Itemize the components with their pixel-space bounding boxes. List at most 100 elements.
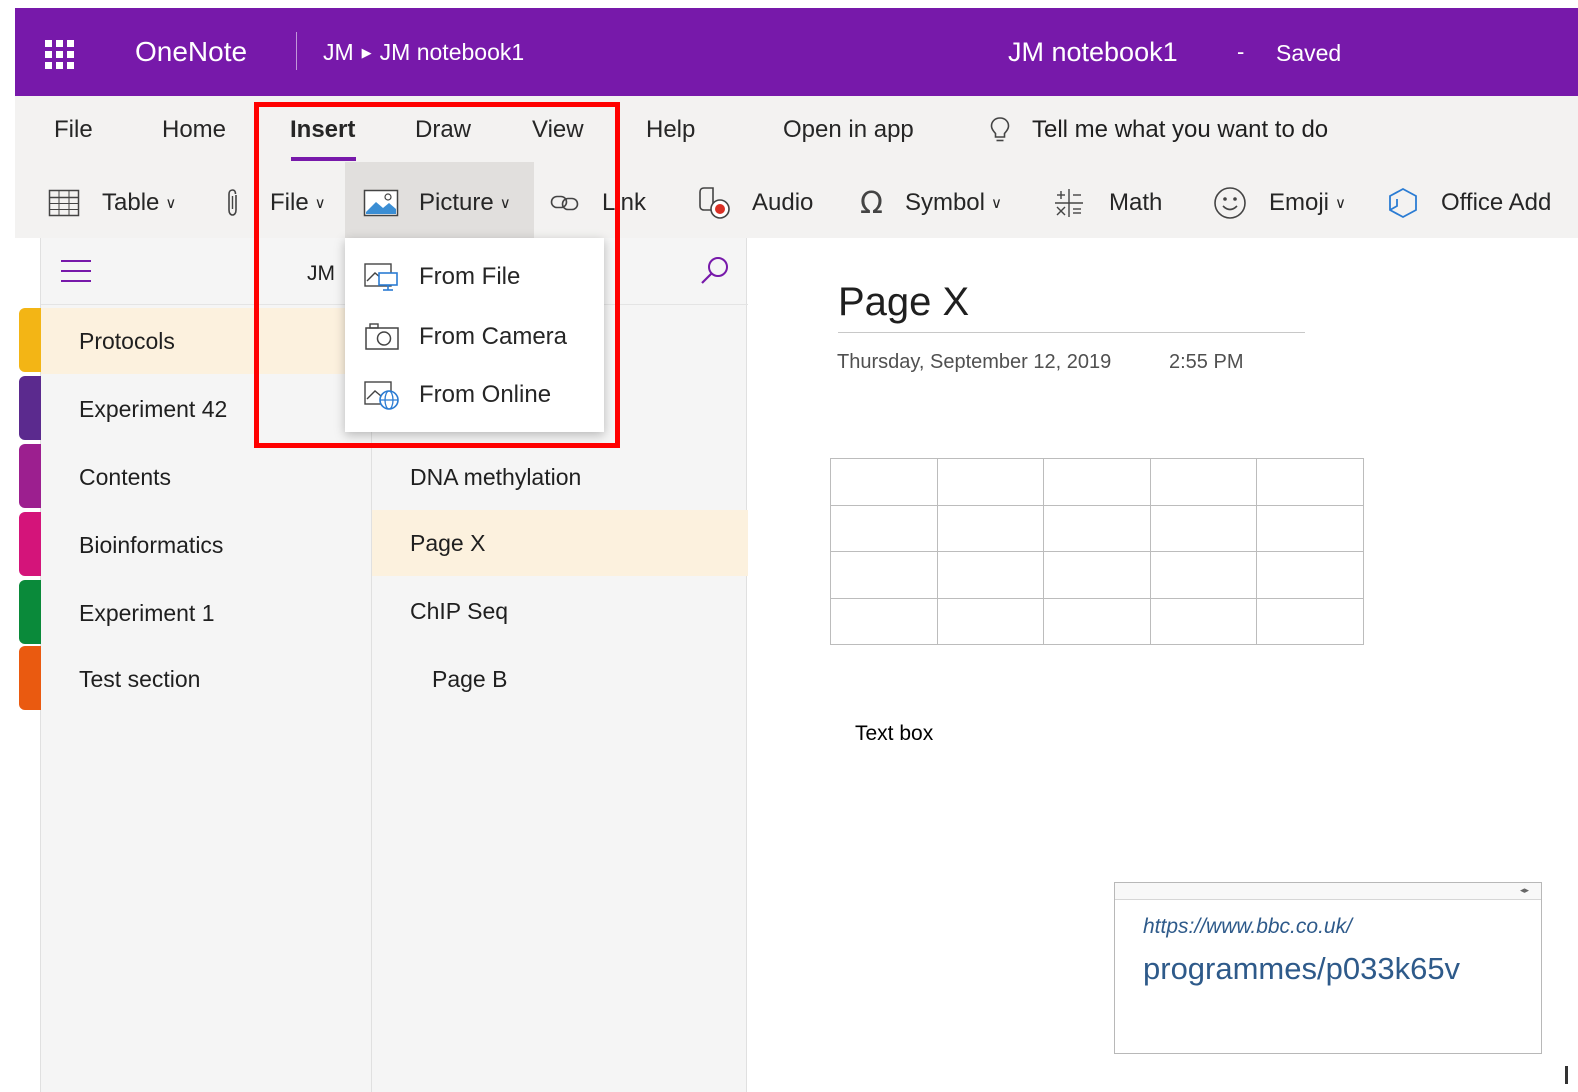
link-label: Link — [602, 189, 647, 216]
search-icon[interactable] — [698, 254, 732, 288]
tell-me-search[interactable]: Tell me what you want to do — [990, 116, 1328, 144]
symbol-label: Symbol — [904, 189, 985, 216]
table-cell[interactable] — [1043, 551, 1151, 599]
title-bar: OneNote JM ▶ JM notebook1 JM notebook1 -… — [15, 8, 1578, 96]
breadcrumb-user[interactable]: JM — [323, 39, 354, 66]
chevron-down-icon: ∨ — [165, 195, 177, 212]
url-text-line1[interactable]: https://www.bbc.co.uk/ — [1143, 915, 1352, 939]
table-button[interactable]: Table ∨ — [48, 186, 176, 220]
document-title[interactable]: JM notebook1 — [1008, 37, 1178, 68]
table-cell[interactable] — [830, 458, 938, 506]
math-button[interactable]: Math — [1053, 186, 1162, 220]
text-box[interactable]: Text box — [855, 722, 933, 746]
breadcrumb: JM ▶ JM notebook1 — [323, 39, 524, 66]
section-item-experiment-42[interactable]: Experiment 42 — [41, 376, 371, 442]
page-title-underline — [838, 332, 1305, 333]
tab-view[interactable]: View — [532, 116, 584, 144]
table-cell[interactable] — [830, 504, 938, 552]
camera-icon — [365, 323, 399, 350]
open-in-app-button[interactable]: Open in app — [783, 116, 914, 144]
emoji-button[interactable]: Emoji ∨ — [1213, 186, 1346, 220]
section-color-strip — [15, 238, 41, 1092]
section-item-experiment-1[interactable]: Experiment 1 — [41, 580, 371, 646]
table-cell[interactable] — [1043, 458, 1151, 506]
office-addins-button[interactable]: Office Add — [1385, 186, 1551, 220]
app-launcher-icon[interactable] — [45, 40, 75, 70]
table-cell[interactable] — [1149, 597, 1258, 645]
section-item-protocols[interactable]: Protocols — [41, 308, 371, 374]
symbol-button[interactable]: Ω Symbol ∨ — [860, 186, 1002, 221]
menu-item-from-file[interactable]: From File — [345, 248, 604, 306]
breadcrumb-notebook[interactable]: JM notebook1 — [380, 39, 524, 66]
table-row — [830, 458, 1364, 506]
note-container[interactable]: ◂▸ https://www.bbc.co.uk/ programmes/p03… — [1114, 882, 1542, 1054]
section-color-tab — [19, 580, 41, 644]
table-cell[interactable] — [1256, 504, 1364, 552]
page-item-page-b[interactable]: Page B — [372, 646, 748, 712]
picture-label: Picture — [419, 189, 494, 216]
lightbulb-icon — [990, 117, 1010, 142]
sections-panel: JM Protocols Experiment 42 Contents Bioi… — [15, 238, 371, 1092]
table-cell[interactable] — [1256, 458, 1364, 506]
table-row — [830, 551, 1364, 599]
table-icon — [48, 189, 80, 217]
table-cell[interactable] — [1043, 597, 1151, 645]
table-cell[interactable] — [936, 458, 1045, 506]
app-name[interactable]: OneNote — [135, 36, 247, 68]
file-label: File — [270, 189, 309, 216]
attach-file-button[interactable]: File ∨ — [225, 186, 326, 220]
container-drag-handle[interactable]: ◂▸ — [1115, 883, 1541, 900]
table-cell[interactable] — [1043, 504, 1151, 552]
picture-dropdown-menu: From File From Camera From Online — [345, 238, 604, 432]
section-color-tab — [19, 512, 41, 576]
tab-help[interactable]: Help — [646, 116, 695, 144]
title-divider — [296, 32, 297, 70]
table-cell[interactable] — [830, 551, 938, 599]
tab-insert[interactable]: Insert — [290, 116, 355, 144]
online-picture-icon — [364, 381, 399, 410]
navigation-menu-icon[interactable] — [61, 260, 91, 282]
ribbon: File Home Insert Draw View Help Open in … — [15, 96, 1578, 238]
section-item-test-section[interactable]: Test section — [41, 646, 371, 712]
link-icon — [550, 195, 579, 211]
url-text-line2[interactable]: programmes/p033k65v — [1143, 951, 1460, 987]
menu-item-label: From Online — [419, 381, 552, 408]
page-item-page-x[interactable]: Page X — [372, 510, 748, 576]
table-row — [830, 597, 1364, 645]
page-item-chip-seq[interactable]: ChIP Seq — [372, 578, 748, 644]
active-tab-indicator — [291, 157, 356, 161]
tab-file[interactable]: File — [54, 116, 93, 144]
notebook-name[interactable]: JM — [307, 262, 335, 286]
page-item-dna-methylation[interactable]: DNA methylation — [372, 444, 748, 510]
table-cell[interactable] — [1256, 597, 1364, 645]
tab-home[interactable]: Home — [162, 116, 226, 144]
section-color-tab — [19, 444, 41, 508]
link-button[interactable]: Link — [550, 186, 646, 220]
section-item-bioinformatics[interactable]: Bioinformatics — [41, 512, 371, 578]
emoji-label: Emoji — [1269, 189, 1330, 216]
picture-button[interactable]: Picture ∨ — [363, 186, 511, 220]
divider — [41, 304, 371, 305]
resize-arrows-icon[interactable]: ◂▸ — [1520, 885, 1529, 896]
table-cell[interactable] — [1256, 551, 1364, 599]
menu-item-label: From Camera — [419, 323, 568, 350]
audio-button[interactable]: Audio — [698, 186, 813, 220]
menu-item-label: From File — [419, 263, 521, 290]
note-table[interactable] — [830, 458, 1364, 645]
picture-from-file-icon — [364, 263, 398, 291]
table-cell[interactable] — [936, 597, 1045, 645]
table-cell[interactable] — [1149, 504, 1258, 552]
audio-label: Audio — [752, 189, 814, 216]
table-cell[interactable] — [1149, 458, 1258, 506]
menu-item-from-camera[interactable]: From Camera — [345, 308, 604, 366]
section-item-contents[interactable]: Contents — [41, 444, 371, 510]
menu-item-from-online[interactable]: From Online — [345, 366, 604, 424]
table-cell[interactable] — [936, 504, 1045, 552]
chevron-down-icon: ∨ — [499, 195, 511, 212]
table-cell[interactable] — [830, 597, 938, 645]
page-title[interactable]: Page X — [838, 280, 969, 325]
table-cell[interactable] — [1149, 551, 1258, 599]
chevron-down-icon: ∨ — [1335, 195, 1346, 212]
tab-draw[interactable]: Draw — [415, 116, 471, 144]
table-cell[interactable] — [936, 551, 1045, 599]
